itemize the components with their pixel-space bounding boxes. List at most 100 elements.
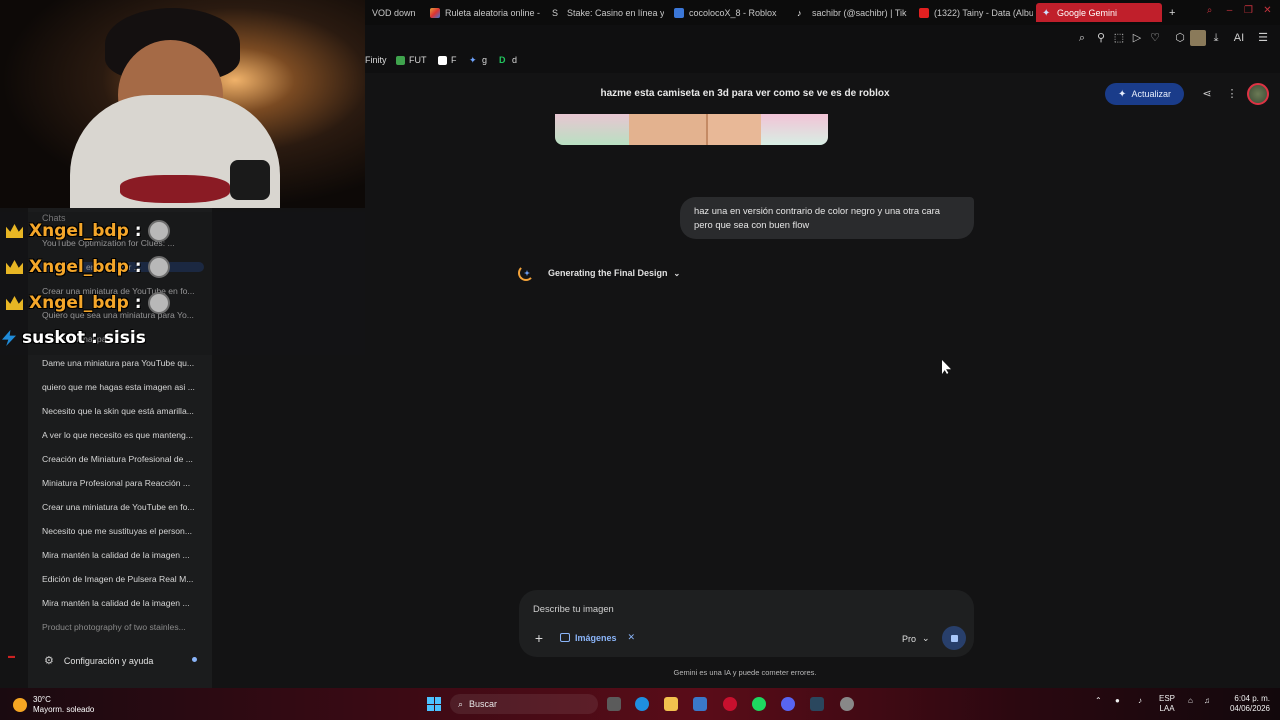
tab-roblox[interactable]: cocolocoX_8 - Roblox bbox=[668, 3, 786, 22]
heart-icon[interactable]: ♡ bbox=[1149, 32, 1161, 44]
zoom-icon[interactable]: ⌕ bbox=[1076, 32, 1088, 44]
d-icon: D bbox=[499, 54, 506, 65]
start-tile bbox=[434, 704, 441, 711]
tab-label: VOD down bbox=[372, 7, 416, 18]
download-icon[interactable]: ⤓ bbox=[1210, 32, 1222, 44]
plus-icon: + bbox=[1169, 6, 1176, 19]
bookmark-label: d bbox=[512, 55, 518, 65]
crown-icon bbox=[6, 224, 23, 238]
sidebar-chat-item[interactable]: Edición de Imagen de Pulsera Real M... bbox=[42, 574, 202, 584]
sidebar-chat-item[interactable]: Creación de Miniatura Profesional de ... bbox=[42, 454, 202, 464]
extensions-icon[interactable]: ⬡ bbox=[1174, 32, 1186, 44]
tab-gemini[interactable]: ✦ Google Gemini bbox=[1036, 3, 1162, 22]
file-explorer-icon[interactable] bbox=[664, 697, 678, 711]
sidebar-chat-item[interactable]: Mira mantén la calidad de la imagen ... bbox=[42, 550, 202, 560]
ruleta-favicon bbox=[430, 7, 440, 18]
notification-dot bbox=[192, 657, 197, 662]
task-view-icon[interactable] bbox=[607, 697, 621, 711]
crown-icon bbox=[6, 296, 23, 310]
tab-label: Google Gemini bbox=[1057, 7, 1118, 18]
start-button[interactable] bbox=[427, 697, 441, 711]
avatar[interactable] bbox=[1247, 83, 1269, 105]
gemini-spinner-icon bbox=[518, 265, 534, 281]
sidebar-chat-item[interactable]: Necesito que me sustituyas el person... bbox=[42, 526, 202, 536]
image-segment bbox=[708, 114, 761, 145]
images-tool-chip[interactable]: Imágenes ✕ bbox=[560, 632, 635, 643]
close-icon[interactable]: ✕ bbox=[1262, 5, 1273, 16]
status-label: Generating the Final Design bbox=[548, 268, 668, 278]
tab-vod[interactable]: VOD down bbox=[366, 3, 424, 22]
chat-line: Xngel_bdp : bbox=[6, 220, 170, 242]
tab-label: sachibr (@sachibr) | Tik bbox=[812, 7, 907, 18]
more-options-icon[interactable]: ⋮ bbox=[1226, 88, 1238, 100]
tab-tiktok[interactable]: ♪ sachibr (@sachibr) | Tik bbox=[791, 3, 909, 22]
chevron-down-icon: ⌄ bbox=[673, 268, 681, 278]
profile-icon[interactable] bbox=[1190, 30, 1206, 46]
bookmark-f[interactable]: F bbox=[438, 55, 457, 65]
network-icon[interactable]: ⌂ bbox=[1188, 696, 1193, 706]
weather-description: Mayorm. soleado bbox=[33, 705, 95, 714]
mouse-cursor-icon bbox=[942, 360, 951, 374]
upgrade-button[interactable]: ✦ Actualizar bbox=[1105, 83, 1184, 105]
new-tab-button[interactable]: + bbox=[1163, 3, 1179, 22]
tray-app-icon[interactable]: ● bbox=[1115, 696, 1120, 706]
opera-icon[interactable] bbox=[723, 697, 737, 711]
tab-youtube[interactable]: (1322) Tainy - Data (Albu bbox=[913, 3, 1033, 22]
tab-ruleta[interactable]: Ruleta aleatoria online - bbox=[424, 3, 542, 22]
bookmark-finity[interactable]: Finity bbox=[365, 55, 387, 65]
model-selector[interactable]: Pro ⌄ bbox=[902, 633, 930, 644]
bookmark-g[interactable]: ✦ g bbox=[469, 55, 487, 65]
bolt-icon bbox=[2, 330, 16, 346]
sidebar-chat-item[interactable]: A ver lo que necesito es que manteng... bbox=[42, 430, 202, 440]
sidebar-chat-item[interactable]: quiero que me hagas esta imagen asi ... bbox=[42, 382, 202, 392]
clock[interactable]: 6:04 p. m. 04/06/2026 bbox=[1222, 694, 1270, 714]
weather-widget[interactable]: 30°C Mayorm. soleado bbox=[13, 695, 94, 715]
taskbar-search[interactable]: ⌕ Buscar bbox=[450, 694, 598, 714]
app-icon[interactable] bbox=[840, 697, 854, 711]
ai-button[interactable]: AI bbox=[1229, 32, 1249, 44]
chat-separator: : bbox=[134, 257, 142, 277]
sidebar-chat-item[interactable]: Mira mantén la calidad de la imagen ... bbox=[42, 598, 202, 608]
bookmark-fut[interactable]: FUT bbox=[396, 55, 427, 65]
settings-and-help[interactable]: ⚙ Configuración y ayuda bbox=[44, 654, 197, 667]
store-icon[interactable] bbox=[693, 697, 707, 711]
pin-icon[interactable]: ⚲ bbox=[1095, 32, 1107, 44]
chevron-up-icon[interactable]: ⌃ bbox=[1095, 696, 1102, 706]
generated-image-preview[interactable] bbox=[555, 114, 828, 145]
prompt-input[interactable]: Describe tu imagen bbox=[533, 603, 614, 614]
share-icon[interactable]: ⋖ bbox=[1201, 88, 1213, 100]
spotify-icon[interactable] bbox=[752, 697, 766, 711]
minimize-icon[interactable]: – bbox=[1224, 5, 1235, 16]
sidebar-chat-item[interactable]: Crear una miniatura de YouTube en fo... bbox=[42, 502, 202, 512]
tab-stake[interactable]: S Stake: Casino en línea y bbox=[546, 3, 664, 22]
sidebar-chat-item[interactable]: Necesito que la skin que está amarilla..… bbox=[42, 406, 202, 416]
sidebar-chat-item[interactable]: Miniatura Profesional para Reacción ... bbox=[42, 478, 202, 488]
microphone bbox=[230, 160, 270, 200]
emote-icon bbox=[147, 256, 170, 278]
menu-icon[interactable]: ☰ bbox=[1257, 32, 1269, 44]
generation-status[interactable]: Generating the Final Design ⌄ bbox=[518, 265, 680, 281]
language-indicator[interactable]: ESP LAA bbox=[1159, 694, 1175, 714]
play-icon[interactable]: ▷ bbox=[1131, 32, 1143, 44]
add-attachment-button[interactable]: + bbox=[532, 631, 546, 645]
search-tabs-icon[interactable]: ⌕ bbox=[1204, 5, 1215, 16]
remove-chip-icon[interactable]: ✕ bbox=[628, 632, 636, 643]
edge-icon[interactable] bbox=[635, 697, 649, 711]
volume-icon[interactable]: ♫ bbox=[1204, 696, 1210, 706]
discord-icon[interactable] bbox=[781, 697, 795, 711]
chat-username: Xngel_bdp bbox=[29, 257, 129, 277]
maximize-icon[interactable]: ❐ bbox=[1243, 5, 1254, 16]
start-tile bbox=[434, 697, 441, 704]
steam-icon[interactable] bbox=[810, 697, 824, 711]
conversation-title: hazme esta camiseta en 3d para ver como … bbox=[600, 88, 890, 99]
user-message: haz una en versión contrario de color ne… bbox=[680, 197, 974, 239]
chip-label: Imágenes bbox=[575, 632, 617, 643]
stop-generation-button[interactable] bbox=[942, 626, 966, 650]
temperature: 30°C bbox=[33, 695, 51, 704]
bookmark-d[interactable]: D d bbox=[499, 55, 517, 65]
sidebar-chat-item[interactable]: Dame una miniatura para YouTube qu... bbox=[42, 358, 202, 368]
microphone-icon[interactable]: ♪ bbox=[1138, 696, 1142, 706]
chat-username: Xngel_bdp bbox=[29, 221, 129, 241]
sidebar-chat-item[interactable]: Product photography of two stainles... bbox=[42, 622, 202, 632]
screenshot-icon[interactable]: ⬚ bbox=[1113, 32, 1125, 44]
